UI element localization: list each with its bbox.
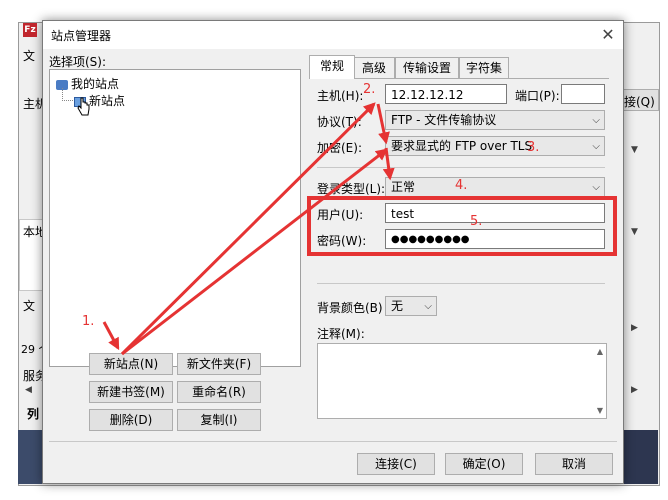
scroll-down-icon[interactable]: ▼	[631, 227, 638, 237]
scroll-down-icon[interactable]: ▼	[597, 406, 603, 415]
new-folder-button[interactable]: 新文件夹(F)	[177, 353, 261, 375]
desktop-background	[620, 430, 658, 484]
protocol-value: FTP - 文件传输协议	[391, 113, 497, 127]
tree-child-label: 新站点	[89, 94, 126, 108]
host-input[interactable]: 12.12.12.12	[385, 84, 507, 104]
encryption-value: 要求显式的 FTP over TLS	[391, 139, 533, 153]
site-manager-dialog: Fz 站点管理器 ✕ 选择项(S): 我的站点 新站点 新站点(N) 新文件夹(…	[23, 20, 624, 484]
protocol-select[interactable]: FTP - 文件传输协议 ⌵	[385, 110, 605, 130]
copy-button[interactable]: 复制(I)	[177, 409, 261, 431]
chevron-down-icon: ⌵	[592, 182, 600, 193]
user-label: 用户(U):	[317, 208, 364, 222]
separator	[49, 441, 617, 442]
chevron-down-icon: ⌵	[424, 301, 432, 312]
delete-button[interactable]: 删除(D)	[89, 409, 173, 431]
scroll-down-icon[interactable]: ▼	[631, 145, 638, 155]
scroll-right-icon[interactable]: ▶	[631, 323, 638, 333]
ok-button[interactable]: 确定(O)	[445, 453, 523, 475]
port-label: 端口(P):	[515, 89, 560, 103]
logon-type-value: 正常	[391, 180, 416, 194]
scroll-right-icon[interactable]: ▶	[631, 385, 638, 395]
password-label: 密码(W):	[317, 234, 367, 248]
bg-color-label: 背景颜色(B)	[317, 301, 383, 315]
title-bar: Fz 站点管理器 ✕	[23, 21, 623, 49]
chevron-down-icon: ⌵	[592, 141, 600, 152]
host-label: 主机(H):	[317, 89, 364, 103]
cancel-button[interactable]: 取消	[535, 453, 613, 475]
rename-button[interactable]: 重命名(R)	[177, 381, 261, 403]
close-button[interactable]: ✕	[597, 24, 619, 46]
scroll-left-icon[interactable]: ◀	[25, 385, 32, 395]
tree-root-label: 我的站点	[71, 77, 120, 91]
bg-color-select[interactable]: 无 ⌵	[385, 296, 437, 316]
menu-fragment: 文	[23, 49, 36, 63]
tab-general[interactable]: 常规	[309, 55, 355, 79]
logon-type-label: 登录类型(L):	[317, 182, 386, 196]
port-input[interactable]	[561, 84, 605, 104]
quickconnect-fragment: 接(Q)	[624, 95, 655, 109]
scroll-up-icon[interactable]: ▲	[597, 347, 603, 356]
chevron-down-icon: ⌵	[592, 115, 600, 126]
separator	[317, 167, 605, 168]
encryption-select[interactable]: 要求显式的 FTP over TLS ⌵	[385, 136, 605, 156]
logon-type-select[interactable]: 正常 ⌵	[385, 177, 605, 197]
new-site-button[interactable]: 新站点(N)	[89, 353, 173, 375]
dialog-title: 站点管理器	[51, 29, 112, 43]
password-input[interactable]: ●●●●●●●●●	[385, 229, 605, 249]
select-entry-label: 选择项(S):	[49, 55, 107, 69]
protocol-label: 协议(T):	[317, 115, 362, 129]
new-bookmark-button[interactable]: 新建书签(M)	[89, 381, 173, 403]
comments-label: 注释(M):	[317, 327, 365, 341]
tab-charset[interactable]: 字符集	[459, 57, 509, 78]
queue-fragment: 列	[27, 407, 40, 421]
connect-button[interactable]: 连接(C)	[357, 453, 435, 475]
tab-transfer-settings[interactable]: 传输设置	[395, 57, 459, 78]
tab-advanced[interactable]: 高级	[353, 57, 395, 78]
comments-textarea[interactable]: ▲ ▼	[317, 343, 607, 419]
user-input[interactable]: test	[385, 203, 605, 223]
tree-connector	[62, 88, 73, 101]
encryption-label: 加密(E):	[317, 141, 362, 155]
file-fragment: 文	[23, 299, 36, 313]
separator	[317, 283, 605, 284]
filezilla-app-icon: Fz	[23, 23, 37, 37]
bg-color-value: 无	[391, 299, 404, 313]
hand-cursor-icon	[77, 97, 90, 116]
